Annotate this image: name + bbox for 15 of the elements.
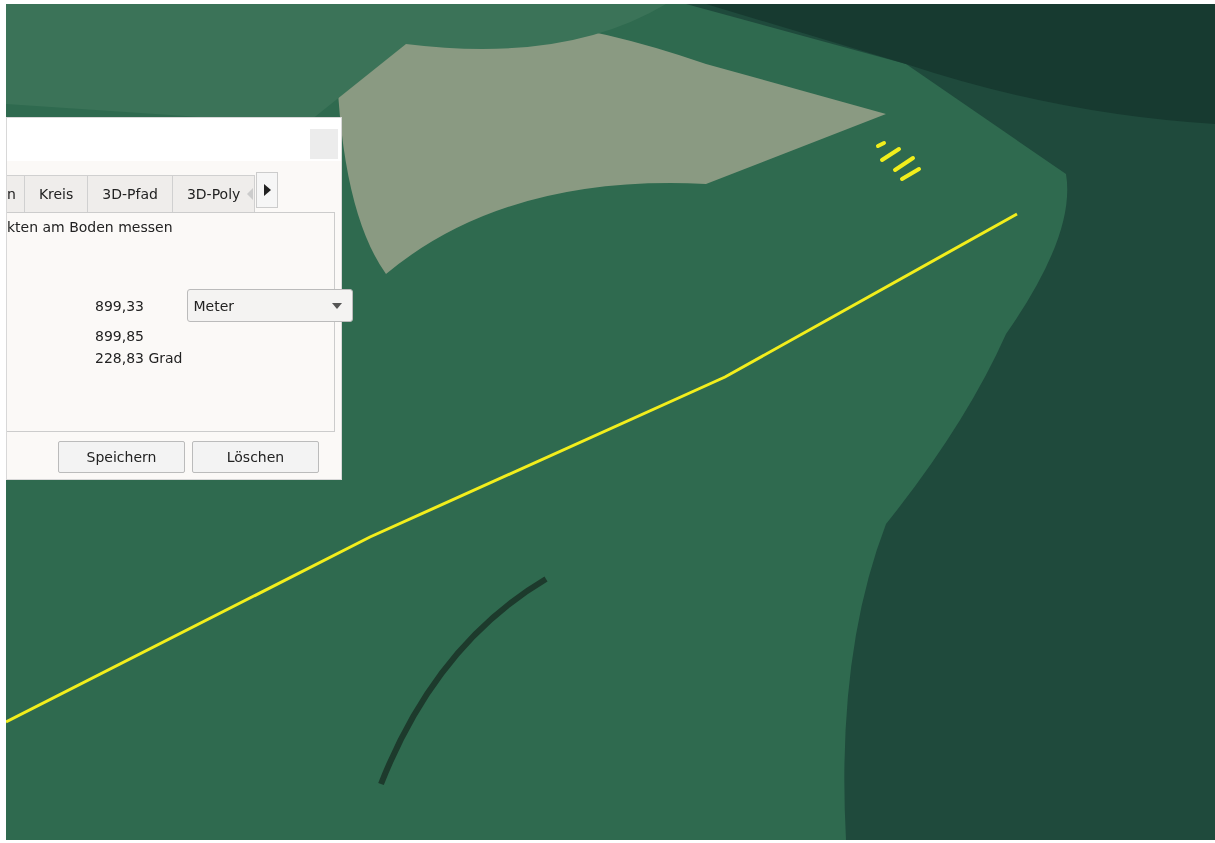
right-triangle-icon	[263, 184, 271, 196]
ground-length-value: 899,85	[95, 328, 145, 344]
tab[interactable]: 3D-Poly	[171, 175, 256, 212]
unit-dropdown[interactable]: Meter	[186, 289, 353, 322]
description-text: kten am Boden messen	[7, 219, 173, 235]
tab[interactable]: 3D-Pfad	[87, 175, 173, 212]
length-value: 899,33	[95, 297, 145, 314]
tab[interactable]: Kreis	[23, 175, 89, 212]
scroll-right-button[interactable]	[256, 172, 279, 208]
dialog-button[interactable]: Speichern	[58, 441, 185, 473]
dialog-button[interactable]: Löschen	[192, 441, 319, 473]
dropdown-caret-icon	[331, 302, 342, 309]
tab[interactable]: n	[7, 175, 25, 212]
heading-value: 228,83 Grad	[95, 350, 183, 366]
tick-marks-drawing	[876, 141, 921, 181]
